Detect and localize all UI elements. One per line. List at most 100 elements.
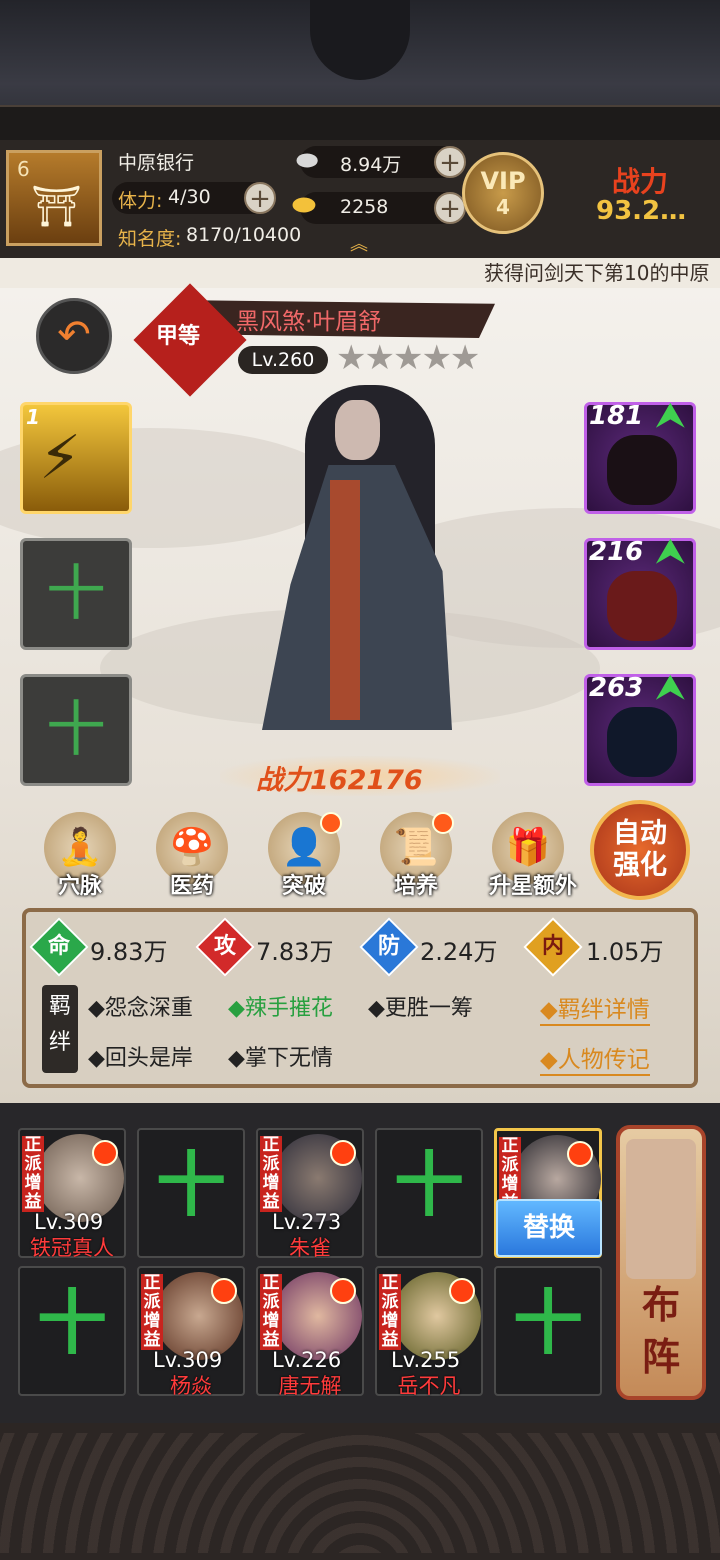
equip-level: 216 [589,537,644,567]
feature-label: 升星额外 [488,874,577,899]
add-hero-icon: 十 [394,1144,464,1226]
feature-breakthrough[interactable]: 👤 突破 [264,812,344,900]
bond-detail-link[interactable]: ◆羁绊详情 [540,990,650,1026]
hero-bio-link[interactable]: ◆人物传记 [540,1040,650,1076]
total-power-display[interactable]: 战力 93.2… [590,150,720,240]
feature-train[interactable]: 📜 培养 [376,812,456,900]
skill-slot-3[interactable]: 十 [20,674,132,786]
pagoda-icon: ⛩ [31,184,82,230]
feature-medicine[interactable]: 🍄 医药 [152,812,232,900]
wave-pattern [0,1433,720,1553]
hp-char: 命 [47,934,70,959]
power-value: 93.2… [596,196,687,226]
arrange-formation-button[interactable]: 布 阵 [616,1125,706,1400]
fame-label: 知名度: [118,228,182,250]
slot-name: 杨焱 [170,1374,212,1398]
notification-dot [211,1278,237,1304]
bond-item: ◆更胜一筹 [368,996,473,1021]
feature-meridian[interactable]: 🧘 穴脉 [40,812,120,900]
bond-tag-line2: 绊 [48,1030,71,1055]
gold-value: 2258 [340,196,389,218]
formation-slot[interactable]: 正派增益 Lv.309 铁冠真人 [18,1128,126,1260]
add-hero-icon: 十 [513,1282,583,1364]
arrange-label: 布 阵 [620,1279,702,1383]
formation-art [626,1139,696,1279]
add-hero-icon: 十 [156,1144,226,1226]
auto-enhance-line1: 自动 [613,818,667,849]
defense-char: 防 [377,934,400,959]
claw-weapon-icon [607,435,677,505]
attack-value: 7.83万 [256,938,334,966]
righteous-buff-tag: 正派增益 [22,1136,44,1212]
formation-slot[interactable]: 正派增益 Lv.273 朱雀 [256,1128,364,1260]
dragon-accessory-icon [607,707,677,777]
back-button[interactable]: ↶ [36,298,112,374]
equip-accessory[interactable]: 263 ⮝ [584,667,696,786]
add-stamina-button[interactable]: + [244,182,276,214]
slot-name: 朱雀 [289,1236,331,1260]
formation-slot-empty[interactable]: 十 [494,1266,602,1396]
grade-text: 甲等 [156,324,201,349]
hero-sash [330,480,360,720]
slot-level: Lv.255 [391,1348,461,1372]
righteous-buff-tag: 正派增益 [379,1274,401,1350]
righteous-buff-tag: 正派增益 [260,1274,282,1350]
equip-level: 181 [589,401,644,431]
equip-armor[interactable]: 216 ⮝ [584,531,696,650]
feature-label: 穴脉 [57,874,102,899]
formation-slot-empty[interactable]: 十 [375,1128,483,1258]
hero-level: Lv.260 [238,346,328,374]
bond-tag-line1: 羁 [48,994,71,1019]
formation-slot[interactable]: 正派增益 Lv.226 唐无解 [256,1266,364,1398]
formation-slot[interactable]: 正派增益 Lv.255 岳不凡 [375,1266,483,1398]
righteous-buff-tag: 正派增益 [141,1274,163,1350]
bond-item: ◆怨念深重 [88,996,193,1021]
vip-level: 4 [496,195,510,219]
vip-badge[interactable]: VIP 4 [462,152,544,234]
slot-level: Lv.309 [34,1210,104,1234]
feature-label: 医药 [169,874,214,899]
back-arrow-icon: ↶ [57,312,91,358]
auto-enhance-button[interactable]: 自动 强化 [590,800,690,900]
armor-icon [607,571,677,641]
inner-value: 1.05万 [586,938,664,966]
upgrade-arrow-icon: ⮝ [655,667,686,708]
sect-rank-badge[interactable]: 6 ⛩ [6,150,102,246]
notification-dot [320,812,342,834]
silver-value: 8.94万 [340,154,402,176]
slot-name: 岳不凡 [397,1374,461,1398]
add-silver-button[interactable]: + [434,146,466,178]
arrange-char: 阵 [641,1335,680,1379]
skill-slot-2[interactable]: 十 [20,538,132,650]
slot-level: Lv.226 [272,1348,342,1372]
hero-stars: ★★★★★ [336,338,480,378]
silver-ingot-icon: ⬬ [296,146,319,176]
roof-beam [0,105,720,142]
hp-value: 9.83万 [90,938,168,966]
stamina-label: 体力: [118,190,163,212]
feature-star-up[interactable]: 🎁 升星额外 [488,812,578,900]
expand-chevron-icon[interactable]: ︽ [350,230,368,256]
notification-dot [432,812,454,834]
defense-value: 2.24万 [420,938,498,966]
claw-skill-icon: ⚡ [39,423,82,493]
slot-name: 铁冠真人 [30,1236,114,1260]
upgrade-arrow-icon: ⮝ [655,395,686,436]
formation-slot[interactable]: 正派增益 Lv.309 杨焱 [137,1266,245,1398]
hero-face [335,400,380,460]
inner-char: 内 [541,934,564,959]
rank-level: 6 [17,157,30,181]
gold-ingot-icon: ⬬ [292,188,316,221]
formation-slot-empty[interactable]: 十 [18,1266,126,1396]
swap-button[interactable]: 替换 [496,1199,602,1257]
skill-slot-1[interactable]: 1 ⚡ [20,402,132,514]
skill-level: 1 [26,405,40,429]
feature-label: 培养 [393,874,438,899]
power-label: 战力 [612,165,669,198]
equip-weapon[interactable]: 181 ⮝ [584,395,696,514]
ticker-text: 获得问剑天下第10的中原 [484,261,710,285]
formation-slot-empty[interactable]: 十 [137,1128,245,1258]
add-skill-icon: 十 [46,559,106,629]
bond-item: ◆回头是岸 [88,1046,193,1071]
roof-decoration [0,0,720,142]
